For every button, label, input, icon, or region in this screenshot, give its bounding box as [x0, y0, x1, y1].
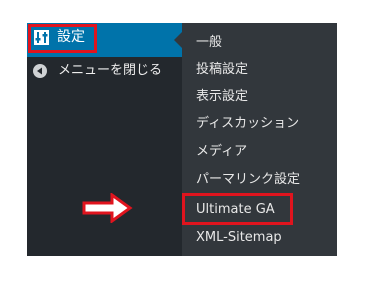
submenu-item-general[interactable]: 一般 [196, 33, 222, 53]
submenu-item-media[interactable]: メディア [196, 142, 247, 162]
collapse-menu-label: メニューを閉じる [58, 63, 163, 78]
sidebar-item-settings[interactable]: 設定 [27, 23, 182, 57]
submenu-item-xml-sitemap[interactable]: XML-Sitemap [196, 228, 282, 248]
settings-submenu: 一般 投稿設定 表示設定 ディスカッション メディア パーマリンク設定 Ulti… [182, 23, 337, 256]
submenu-item-reading[interactable]: 表示設定 [196, 87, 248, 107]
collapse-arrow-icon [33, 64, 47, 78]
sidebar-item-settings-label: 設定 [57, 29, 85, 45]
submenu-pointer [174, 32, 182, 48]
submenu-item-ultimate-ga[interactable]: Ultimate GA [196, 200, 275, 220]
collapse-menu-button[interactable]: メニューを閉じる [27, 61, 182, 85]
right-arrow-icon [82, 193, 133, 223]
submenu-item-writing[interactable]: 投稿設定 [196, 60, 248, 80]
submenu-item-discussion[interactable]: ディスカッション [196, 114, 299, 134]
settings-sliders-icon [34, 30, 49, 45]
submenu-item-permalinks[interactable]: パーマリンク設定 [196, 170, 300, 190]
